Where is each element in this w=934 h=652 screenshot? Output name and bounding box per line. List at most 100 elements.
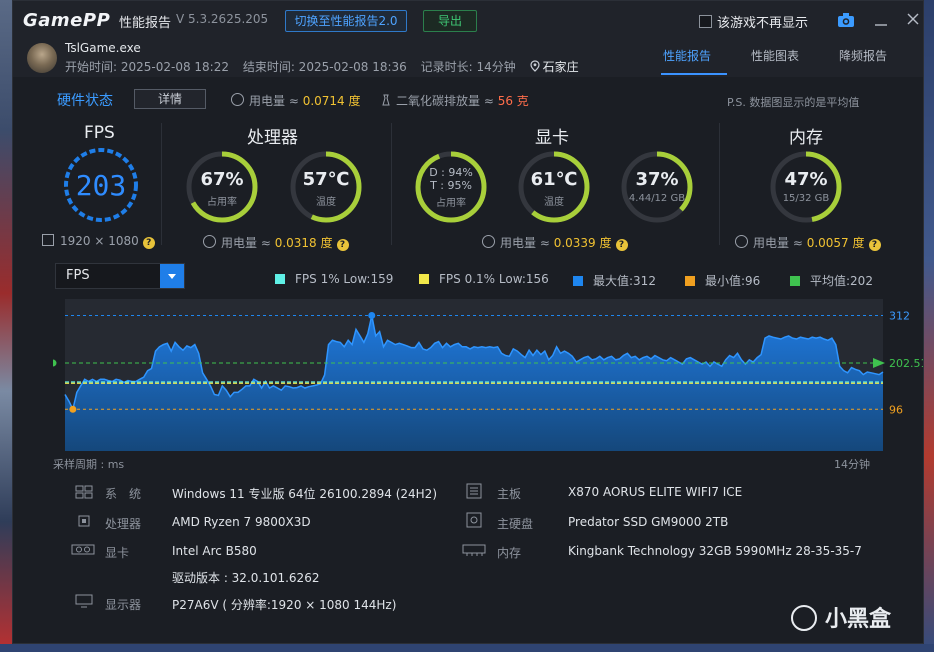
minimize-icon[interactable]: [873, 9, 889, 29]
tab-performance-report[interactable]: 性能报告: [663, 47, 711, 64]
watermark-text: 小黑盒: [825, 607, 892, 632]
cpu-section-title: 处理器: [247, 128, 298, 148]
legend-swatch: [573, 276, 583, 286]
hardware-status-title: 硬件状态: [57, 93, 113, 109]
game-exe-name: TslGame.exe: [65, 41, 141, 55]
memory-power-label: 用电量 ≈: [753, 236, 807, 250]
metric-select[interactable]: FPS: [55, 263, 185, 289]
resolution-value: 1920 × 1080: [60, 234, 139, 248]
monitor-icon: [75, 593, 93, 608]
legend-max: 最大值:312: [573, 272, 656, 289]
memory-power: 用电量 ≈ 0.0057 度?: [735, 234, 881, 251]
spec-label: 系 统: [105, 487, 142, 501]
memory-usage-gauge: 47% 15/32 GB: [768, 149, 844, 225]
gpu-icon: [71, 542, 95, 556]
legend-swatch: [685, 276, 695, 286]
spec-value: X870 AORUS ELITE WIFI7 ICE: [568, 485, 743, 499]
close-icon[interactable]: [905, 9, 921, 29]
cpu-power: 用电量 ≈ 0.0318 度?: [203, 234, 349, 251]
switch-report-2-button[interactable]: 切换至性能报告2.0: [285, 10, 407, 32]
legend-label: 最大值:312: [593, 274, 656, 288]
memory-power-value: 0.0057 度: [806, 236, 865, 250]
cpu-icon: [75, 513, 93, 527]
section-divider: [391, 123, 392, 245]
legend-label: FPS 0.1% Low:156: [439, 272, 549, 286]
record-duration: 记录时长: 14分钟: [420, 60, 516, 74]
max-point: [368, 312, 376, 320]
chevron-down-icon[interactable]: [160, 264, 184, 288]
export-button[interactable]: 导出: [423, 10, 477, 32]
end-time: 结束时间: 2025-02-08 18:36: [242, 60, 407, 74]
power-icon: [482, 235, 495, 248]
power-icon: [735, 235, 748, 248]
legend-avg: 平均值:202: [790, 272, 873, 289]
fps-gauge: 203: [61, 145, 141, 225]
spec-value: Predator SSD GM9000 2TB: [568, 515, 729, 529]
cpu-usage-gauge: 67% 占用率: [184, 149, 260, 225]
legend-label: FPS 1% Low:159: [295, 272, 394, 286]
title-bar: GamePP 性能报告 V 5.3.2625.205 切换至性能报告2.0 导出…: [13, 1, 923, 41]
dont-show-label[interactable]: 该游戏不再显示: [717, 12, 808, 31]
camera-icon[interactable]: [837, 12, 855, 28]
dont-show-checkbox[interactable]: [699, 15, 712, 28]
game-info-bar: TslGame.exe 开始时间: 2025-02-08 18:22 结束时间:…: [13, 41, 923, 77]
location-city: 石家庄: [542, 60, 579, 74]
legend-swatch: [790, 276, 800, 286]
legend-swatch: [419, 274, 429, 284]
spec-label: 显示器: [105, 598, 142, 612]
help-icon[interactable]: ?: [142, 237, 155, 249]
fps-chart: 312 202.51 96: [49, 297, 923, 453]
gpu-vram-sub: 4.44/12 GB: [628, 193, 686, 204]
gpu-power-value: 0.0339 度: [553, 236, 612, 250]
tab-throttle-report[interactable]: 降频报告: [839, 47, 887, 64]
gpu-temp-gauge: 61℃ 温度: [516, 149, 592, 225]
max-label: 312: [889, 310, 910, 323]
power-icon: [231, 93, 244, 106]
spec-value: AMD Ryzen 7 9800X3D: [172, 515, 311, 529]
start-time: 开始时间: 2025-02-08 18:22: [65, 60, 229, 74]
total-power-label: 用电量 ≈: [249, 94, 303, 108]
help-icon[interactable]: ?: [868, 239, 881, 251]
memory-section-title: 内存: [789, 128, 823, 148]
x-axis-label-right: 14分钟: [834, 458, 870, 471]
spec-value: 驱动版本 : 32.0.101.6262: [172, 571, 320, 585]
co2-label: 二氧化碳排放量 ≈: [396, 94, 498, 108]
detail-button[interactable]: 详情: [134, 89, 206, 109]
spec-value: Kingbank Technology 32GB 5990MHz 28-35-3…: [568, 544, 862, 558]
gpu-d-usage: D : 94%: [429, 166, 473, 179]
gpu-power: 用电量 ≈ 0.0339 度?: [482, 234, 628, 251]
location-pin-icon: [530, 60, 540, 72]
memory-icon: [462, 542, 486, 556]
spec-label: 内存: [497, 546, 522, 560]
metric-select-value: FPS: [66, 268, 90, 283]
desktop-background-right: [924, 0, 934, 652]
total-power-value: 0.0714 度: [302, 94, 361, 108]
min-label: 96: [889, 403, 903, 416]
resolution: 1920 × 1080?: [42, 234, 155, 249]
avg-start-point: [49, 359, 57, 367]
watermark: 小黑盒: [791, 601, 891, 633]
help-icon[interactable]: ?: [615, 239, 628, 251]
total-power: 用电量 ≈ 0.0714 度: [231, 92, 361, 109]
cpu-usage-value: 67%: [200, 169, 244, 190]
gpu-usage-gauge: D : 94% T : 95% 占用率: [413, 149, 489, 225]
fps-average-value: 203: [75, 169, 127, 202]
spec-value: Intel Arc B580: [172, 544, 257, 558]
gpu-temp-value: 61℃: [530, 169, 578, 190]
legend-fps-01-low: FPS 0.1% Low:156: [419, 272, 549, 286]
help-icon[interactable]: ?: [336, 239, 349, 251]
heybox-logo-icon: [791, 605, 817, 631]
legend-label: 平均值:202: [810, 274, 873, 288]
desktop-taskbar-edge: [0, 644, 934, 652]
section-divider: [719, 123, 720, 245]
gpu-vram-gauge: 37% 4.44/12 GB: [619, 149, 695, 225]
app-logo: GamePP: [23, 10, 111, 31]
fps-chart-svg: 312 202.51 96: [49, 299, 923, 451]
spec-label: 显卡: [105, 546, 130, 560]
os-icon: [75, 484, 93, 499]
legend-label: 最小值:96: [705, 274, 761, 288]
co2-icon: [382, 94, 390, 106]
cpu-power-value: 0.0318 度: [274, 236, 333, 250]
tab-performance-chart[interactable]: 性能图表: [751, 47, 799, 64]
gpu-vram-value: 37%: [635, 169, 679, 190]
